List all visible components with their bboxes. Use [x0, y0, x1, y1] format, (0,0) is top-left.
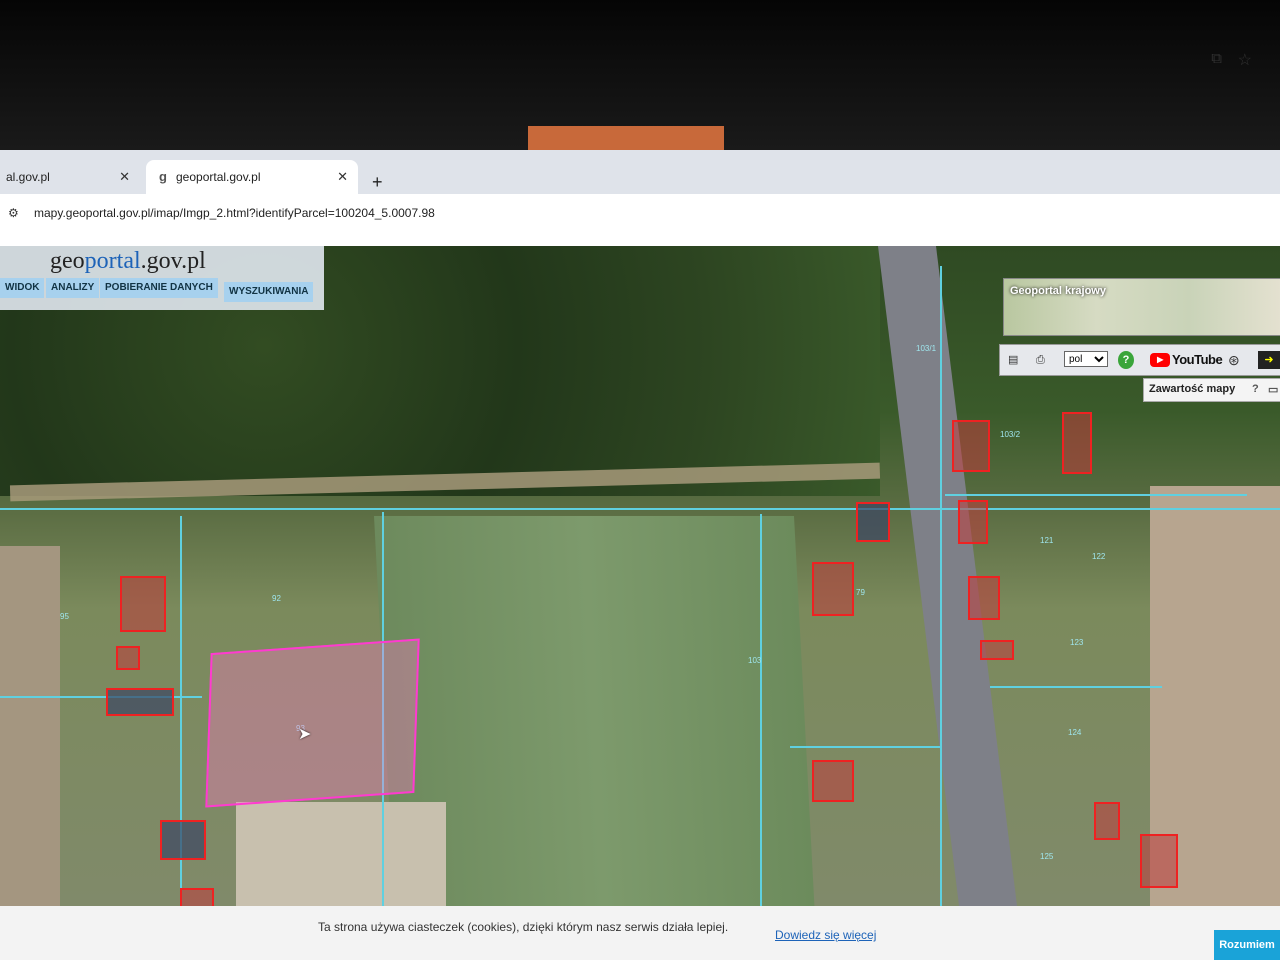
parcel-number: 95	[60, 612, 69, 621]
tab-previous[interactable]: al.gov.pl ✕	[0, 160, 140, 194]
building	[1140, 834, 1178, 888]
url-field[interactable]: mapy.geoportal.gov.pl/imap/Imgp_2.html?i…	[34, 206, 435, 220]
parcel-number: 103	[748, 656, 762, 665]
parcel-boundary	[940, 266, 942, 906]
cookie-banner: Ta strona używa ciasteczek (cookies), dz…	[0, 906, 1280, 960]
building	[812, 760, 854, 802]
share-icon[interactable]: ⎙	[1036, 351, 1045, 369]
parcel-number: 124	[1068, 728, 1082, 737]
cookie-accept-button[interactable]: Rozumiem	[1214, 930, 1280, 960]
map-contents-label: Zawartość mapy	[1149, 383, 1236, 395]
left-field	[0, 546, 60, 906]
parcel-number: 122	[1092, 552, 1106, 561]
building	[968, 576, 1000, 620]
site-settings-icon[interactable]: ⚙	[8, 206, 19, 220]
install-app-icon[interactable]: ⧉	[1211, 50, 1222, 67]
building	[116, 646, 140, 670]
menu-pobieranie-danych[interactable]: POBIERANIE DANYCH	[100, 278, 218, 298]
close-icon[interactable]: ✕	[119, 169, 130, 185]
browser-tab-bar: al.gov.pl ✕ g geoportal.gov.pl ✕ + —	[0, 150, 1280, 220]
print-icon[interactable]: ▤	[1008, 351, 1018, 369]
building	[160, 820, 206, 860]
youtube-play-icon: ▶	[1150, 353, 1170, 367]
logo-g: g	[50, 248, 62, 274]
building	[1062, 412, 1092, 474]
map-toolbar: ▤ ⎙ pol ? ▶ YouTube ⊛ ➜	[999, 344, 1280, 376]
tab-geoportal[interactable]: g geoportal.gov.pl ✕	[146, 160, 358, 194]
building	[980, 640, 1014, 660]
building	[120, 576, 166, 632]
youtube-link[interactable]: ▶ YouTube	[1150, 351, 1223, 369]
close-icon[interactable]: ✕	[337, 169, 348, 185]
parcel-boundary	[790, 746, 942, 748]
logo-eo: eo	[62, 248, 85, 274]
parcel-boundary	[945, 494, 1247, 496]
building	[180, 888, 214, 906]
building	[106, 688, 174, 716]
bare-plot	[236, 802, 446, 906]
parcel-number: 121	[1040, 536, 1054, 545]
accessibility-icon[interactable]: ⊛	[1228, 351, 1240, 369]
building	[1094, 802, 1120, 840]
logo-portal: portal	[84, 248, 141, 274]
geoportal-favicon-icon: g	[159, 169, 167, 184]
building	[812, 562, 854, 616]
building	[952, 420, 990, 472]
overview-map[interactable]: Geoportal krajowy	[1003, 278, 1280, 336]
parcel-number: 103/1	[916, 344, 937, 353]
help-icon[interactable]: ?	[1118, 351, 1134, 369]
parcel-number: 79	[856, 588, 865, 597]
selected-parcel-highlight[interactable]	[205, 638, 420, 808]
menu-wyszukiwania[interactable]: WYSZUKIWANIA	[224, 282, 314, 302]
parcel-number: 92	[272, 594, 281, 603]
tab-title: al.gov.pl	[6, 170, 50, 184]
minimize-panel-icon[interactable]: ▭	[1268, 383, 1278, 396]
parcel-number: 125	[1040, 852, 1054, 861]
parcel-number: 123	[1070, 638, 1084, 647]
building	[958, 500, 988, 544]
cookie-text: Ta strona używa ciasteczek (cookies), dz…	[318, 920, 729, 934]
geoportal-logo[interactable]: geoportal.gov.pl	[50, 248, 206, 275]
address-bar: ⚙ mapy.geoportal.gov.pl/imap/Imgp_2.html…	[0, 194, 1280, 247]
expand-arrow-icon[interactable]: ➜	[1258, 351, 1280, 369]
tab-title: geoportal.gov.pl	[176, 170, 261, 184]
building	[856, 502, 890, 542]
parcel-boundary	[990, 686, 1162, 688]
map-contents-panel[interactable]: Zawartość mapy ? ▭	[1143, 378, 1280, 402]
new-tab-button[interactable]: +	[372, 172, 383, 193]
menu-analizy[interactable]: ANALIZY	[46, 278, 100, 298]
mouse-cursor-icon: ➤	[298, 726, 312, 743]
youtube-label: YouTube	[1172, 352, 1223, 367]
header-panel: geoportal.gov.pl WIDOK ANALIZY POBIERANI…	[0, 246, 324, 310]
bookmark-star-icon[interactable]: ☆	[1238, 50, 1252, 70]
logo-tld: .gov.pl	[140, 248, 206, 274]
cookie-more-link[interactable]: Dowiedz się więcej	[775, 928, 876, 942]
menu-widok[interactable]: WIDOK	[0, 278, 45, 298]
parcel-boundary	[760, 514, 762, 906]
help-icon[interactable]: ?	[1252, 383, 1259, 395]
parcel-number: 103/2	[1000, 430, 1021, 439]
parcel-boundary	[0, 508, 1280, 510]
overview-title: Geoportal krajowy	[1010, 285, 1106, 297]
language-select[interactable]: pol	[1064, 351, 1108, 367]
